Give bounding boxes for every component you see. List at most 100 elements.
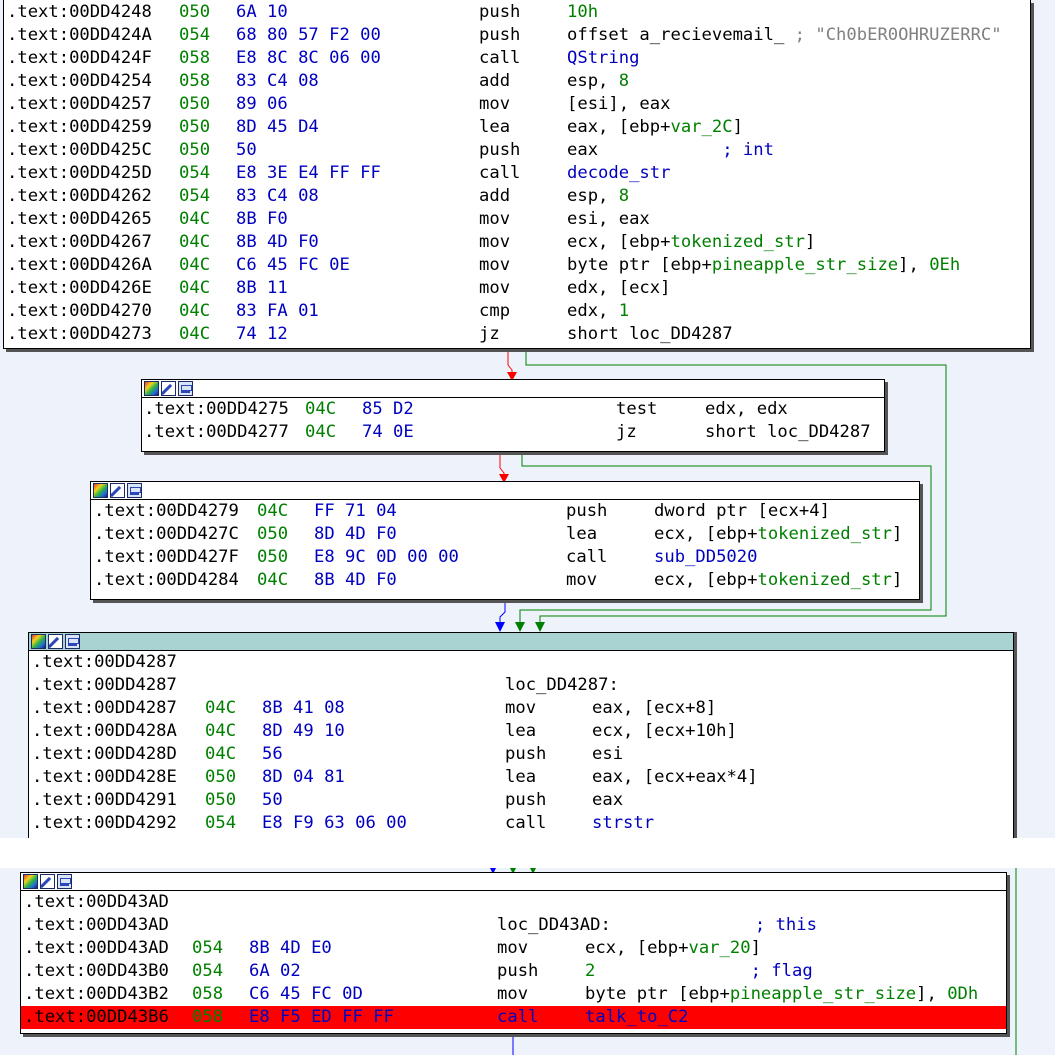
instruction-line[interactable]: .text:00DD425C 050 50 push eax ; int — [4, 139, 1030, 162]
instruction-line[interactable]: .text:00DD4254 058 83 C4 08 add esp, 8 — [4, 70, 1030, 93]
address: .text:00DD426A — [7, 255, 152, 275]
instruction-line[interactable]: .text:00DD424A 054 68 80 57 F2 00 push offse… — [4, 24, 1030, 47]
mnemonic: mov — [505, 698, 537, 718]
operand-part: ecx, [ecx+10h] — [592, 721, 737, 741]
instruction-line[interactable]: .text:00DD4270 04C 83 FA 01 cmp edx, 1 — [4, 300, 1030, 323]
stack-pointer: 050 — [179, 117, 211, 137]
operands: [esi], eax — [567, 93, 670, 116]
instruction-line[interactable]: .text:00DD424F 058 E8 8C 8C 06 00 call QStri… — [4, 47, 1030, 70]
opcode-bytes: FF 71 04 — [314, 501, 397, 521]
stack-pointer: 04C — [305, 422, 337, 442]
instruction-line[interactable]: .text:00DD4262 054 83 C4 08 add esp, 8 — [4, 185, 1030, 208]
block-5-lines: .text:00DD43AD .text:00DD43AD loc_DD43AD: … — [21, 891, 1006, 1029]
instruction-line[interactable]: .text:00DD4291 050 50 push eax — [29, 789, 1013, 812]
operand-part: edx, [ecx] — [567, 278, 671, 298]
instruction-line[interactable]: .text:00DD4287 04C 8B 41 08 mov eax, [ecx+8] — [29, 697, 1013, 720]
block-3-lines: .text:00DD4279 04C FF 71 04 push dword ptr [… — [91, 500, 919, 592]
operands: ecx, [ebp+tokenized_str] — [654, 523, 902, 546]
opcode-bytes: 8B F0 — [236, 209, 288, 229]
symbol-ref[interactable]: strstr — [592, 813, 654, 833]
address: .text:00DD4275 — [144, 399, 289, 419]
edit-icon[interactable] — [48, 634, 63, 649]
operands: edx, 1 — [567, 300, 629, 323]
instruction-line[interactable]: .text:00DD4279 04C FF 71 04 push dword ptr [… — [91, 500, 919, 523]
instruction-line[interactable]: .text:00DD4257 050 89 06 mov [esi], eax — [4, 93, 1030, 116]
stack-pointer: 04C — [179, 209, 211, 229]
instruction-line[interactable]: .text:00DD427C 050 8D 4D F0 lea ecx, [ebp+to… — [91, 523, 919, 546]
graph-icon[interactable] — [57, 874, 72, 889]
stack-pointer: 04C — [205, 698, 237, 718]
code-block-5[interactable]: .text:00DD43AD .text:00DD43AD loc_DD43AD: … — [20, 872, 1007, 1034]
operands: ecx, [ebp+tokenized_str] — [654, 569, 902, 592]
stack-pointer: 04C — [205, 721, 237, 741]
symbol-ref[interactable]: decode_str — [567, 163, 670, 183]
symbol-ref[interactable]: QString — [567, 48, 639, 68]
palette-icon[interactable] — [93, 483, 108, 498]
instruction-line[interactable]: .text:00DD4275 04C 85 D2 test edx, edx — [142, 398, 884, 421]
operand-part: 8 — [618, 71, 630, 91]
instruction-line[interactable]: .text:00DD43AD 054 8B 4D E0 mov ecx, [ebp+va… — [21, 937, 1006, 960]
stack-pointer: 04C — [205, 744, 237, 764]
instruction-line[interactable]: .text:00DD4265 04C 8B F0 mov esi, eax — [4, 208, 1030, 231]
instruction-line[interactable]: .text:00DD43B2 058 C6 45 FC 0D mov byte ptr … — [21, 983, 1006, 1006]
code-label: loc_DD43AD: — [497, 915, 611, 935]
instruction-line[interactable]: .text:00DD4284 04C 8B 4D F0 mov ecx, [ebp+to… — [91, 569, 919, 592]
instruction-line[interactable]: .text:00DD4287 loc_DD4287: — [29, 674, 1013, 697]
instruction-line[interactable]: .text:00DD427F 050 E8 9C 0D 00 00 call sub_D… — [91, 546, 919, 569]
comment: ; int — [598, 140, 774, 160]
operand-part: tokenized_str — [670, 232, 806, 252]
instruction-line[interactable]: .text:00DD43B0 054 6A 02 push 2 ; flag — [21, 960, 1006, 983]
instruction-line[interactable]: .text:00DD43AD loc_DD43AD: ; this — [21, 914, 1006, 937]
operands: esp, 8 — [567, 70, 629, 93]
code-block-4[interactable]: .text:00DD4287 .text:00DD4287 loc_DD4287:.… — [28, 632, 1014, 838]
instruction-line[interactable]: .text:00DD4259 050 8D 45 D4 lea eax, [ebp+va… — [4, 116, 1030, 139]
symbol-ref[interactable]: sub_DD5020 — [654, 547, 757, 567]
stack-pointer: 058 — [192, 1007, 224, 1027]
instruction-line[interactable]: .text:00DD428E 050 8D 04 81 lea eax, [ecx+ea… — [29, 766, 1013, 789]
code-block-2[interactable]: .text:00DD4275 04C 85 D2 test edx, edx .text:… — [141, 379, 885, 452]
edit-icon[interactable] — [161, 381, 176, 396]
instruction-line[interactable]: .text:00DD426E 04C 8B 11 mov edx, [ecx] — [4, 277, 1030, 300]
operand-part: ] — [805, 232, 816, 252]
instruction-line[interactable]: .text:00DD4248 050 6A 10 push 10h — [4, 1, 1030, 24]
operand-part: ], — [898, 255, 930, 275]
instruction-line[interactable]: .text:00DD428D 04C 56 push esi — [29, 743, 1013, 766]
stack-pointer: 058 — [192, 984, 224, 1004]
instruction-line[interactable]: .text:00DD425D 054 E8 3E E4 FF FF call decod… — [4, 162, 1030, 185]
stack-pointer: 054 — [179, 163, 211, 183]
address: .text:00DD4291 — [32, 790, 177, 810]
address: .text:00DD427C — [94, 524, 239, 544]
palette-icon[interactable] — [31, 634, 46, 649]
palette-icon[interactable] — [23, 874, 38, 889]
operands: eax — [592, 789, 623, 812]
opcode-bytes: 89 06 — [236, 94, 288, 114]
symbol-ref[interactable]: talk_to_C2 — [585, 1007, 688, 1027]
graph-icon[interactable] — [127, 483, 142, 498]
comment: ; "Ch0bER0OHRUZERRC" — [784, 25, 1002, 45]
instruction-line[interactable]: .text:00DD4292 054 E8 F9 63 06 00 call strst… — [29, 812, 1013, 835]
palette-icon[interactable] — [144, 381, 159, 396]
edit-icon[interactable] — [40, 874, 55, 889]
address: .text:00DD43AD — [24, 915, 169, 935]
address: .text:00DD4279 — [94, 501, 239, 521]
instruction-line-highlighted[interactable]: .text:00DD43B6 058 E8 F5 ED FF FF call talk_… — [21, 1006, 1006, 1029]
graph-icon[interactable] — [65, 634, 80, 649]
mnemonic: push — [479, 140, 521, 160]
instruction-line[interactable]: .text:00DD428A 04C 8D 49 10 lea ecx, [ecx+10… — [29, 720, 1013, 743]
opcode-bytes: 56 — [262, 744, 283, 764]
instruction-line[interactable]: .text:00DD4267 04C 8B 4D F0 mov ecx, [ebp+to… — [4, 231, 1030, 254]
instruction-line[interactable]: .text:00DD426A 04C C6 45 FC 0E mov byte ptr … — [4, 254, 1030, 277]
operand-part: byte ptr [ebp+ — [567, 255, 712, 275]
edit-icon[interactable] — [110, 483, 125, 498]
address: .text:00DD428D — [32, 744, 177, 764]
instruction-line[interactable]: .text:00DD43AD — [21, 891, 1006, 914]
operand-part: esp, — [567, 186, 619, 206]
graph-icon[interactable] — [178, 381, 193, 396]
code-block-1[interactable]: .text:00DD4248 050 6A 10 push 10h .text:00DD4… — [3, 0, 1031, 349]
address: .text:00DD4287 — [32, 698, 177, 718]
opcode-bytes: 68 80 57 F2 00 — [236, 25, 381, 45]
instruction-line[interactable]: .text:00DD4287 — [29, 651, 1013, 674]
instruction-line[interactable]: .text:00DD4273 04C 74 12 jz short loc_DD4287 — [4, 323, 1030, 346]
code-block-3[interactable]: .text:00DD4279 04C FF 71 04 push dword ptr [… — [90, 481, 920, 600]
instruction-line[interactable]: .text:00DD4277 04C 74 0E jz short loc_DD4287 — [142, 421, 884, 444]
